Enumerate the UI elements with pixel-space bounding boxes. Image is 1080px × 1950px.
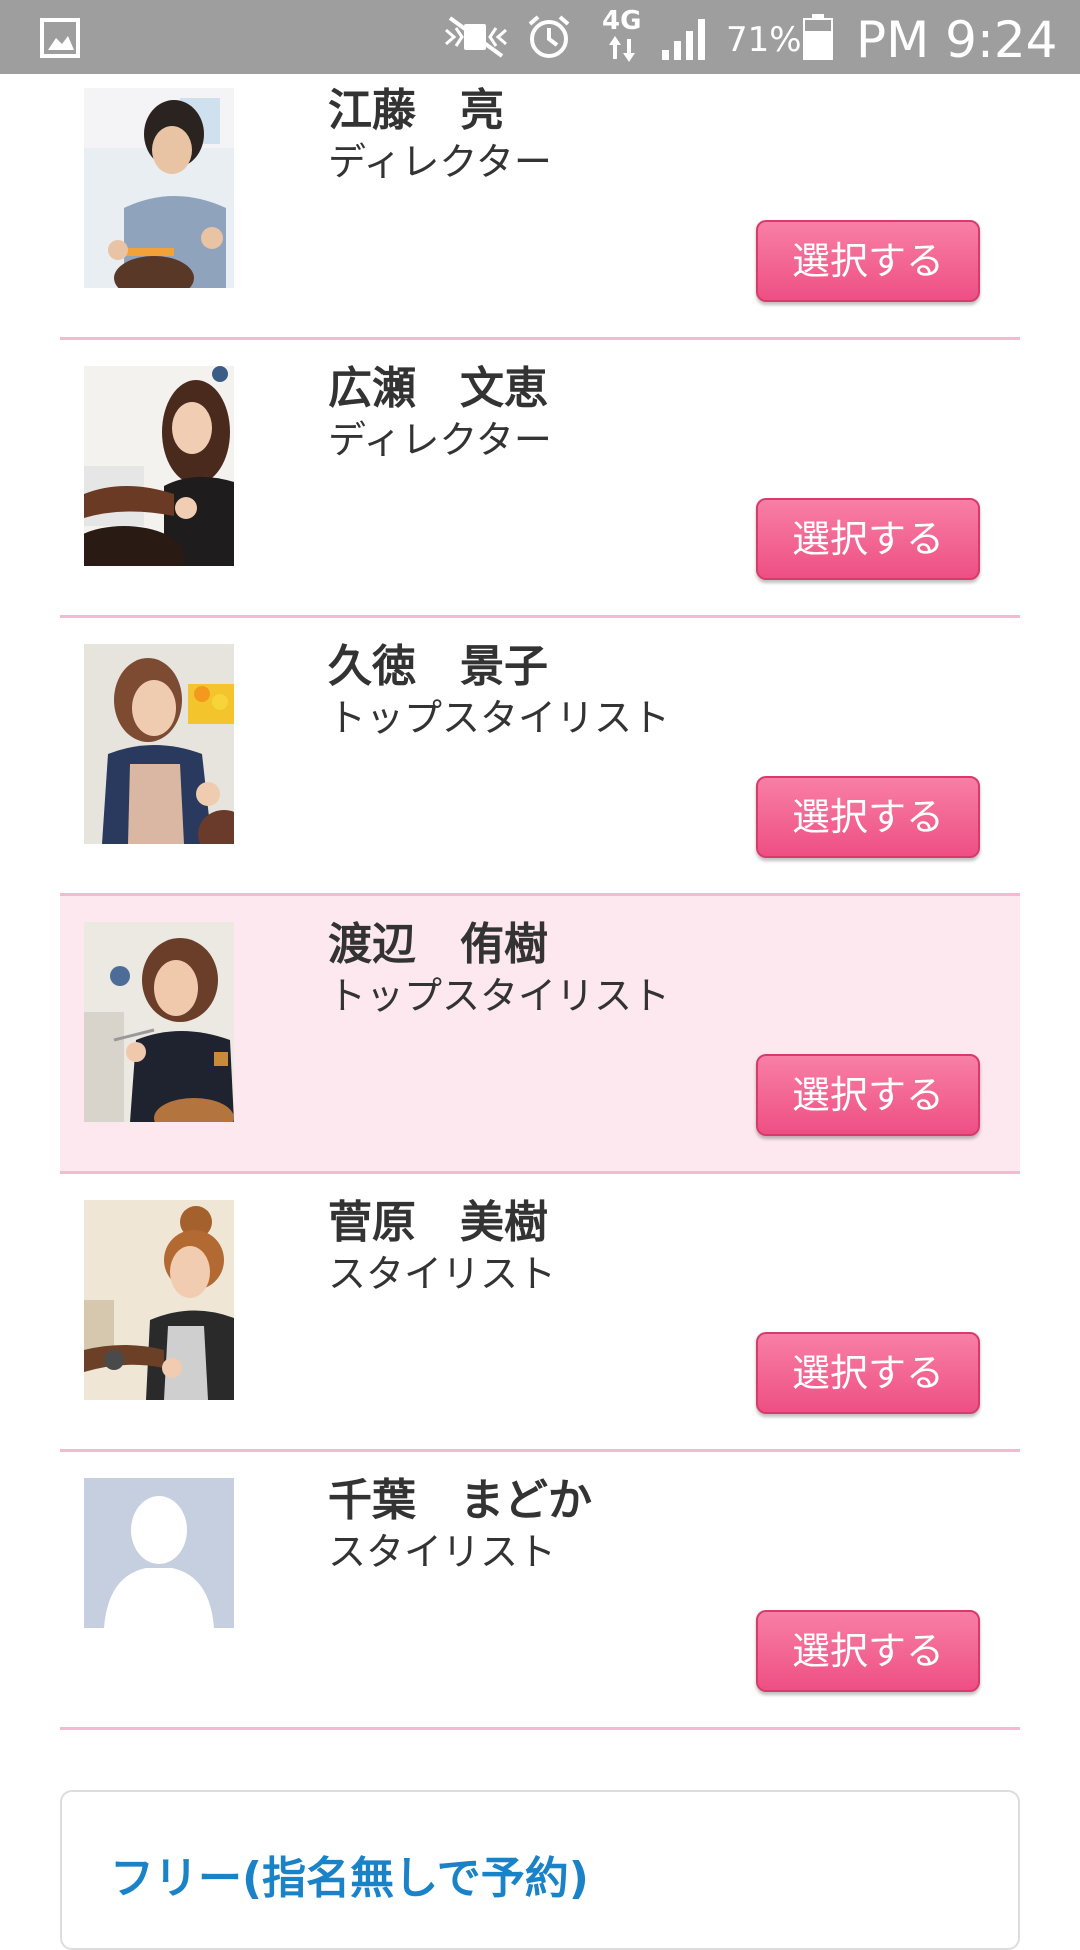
stylist-role: ディレクター [328,418,552,462]
free-reservation-card[interactable]: フリー(指名無しで予約) [60,1790,1020,1950]
stylist-role: ディレクター [328,140,552,184]
stylist-photo [84,644,234,844]
stylist-name: 江藤 亮 [328,85,504,136]
staff-list: 江藤 亮 ディレクター 選択する 広瀬 文恵 ディレクター 選択する 久徳 景子… [60,62,1020,1730]
stylist-name: 広瀬 文恵 [328,363,548,414]
select-button[interactable]: 選択する [756,1332,980,1414]
stylist-photo [84,88,234,288]
stylist-role: トップスタイリスト [328,974,671,1018]
select-button[interactable]: 選択する [756,776,980,858]
battery-icon [803,14,833,60]
gallery-icon [40,18,80,58]
stylist-photo [84,366,234,566]
signal-icon [662,19,705,60]
select-button[interactable]: 選択する [756,1054,980,1136]
stylist-name: 渡辺 侑樹 [328,919,548,970]
stylist-role: スタイリスト [328,1252,557,1296]
staff-row: 広瀬 文恵 ディレクター 選択する [60,340,1020,618]
free-reservation-link[interactable]: フリー(指名無しで予約) [110,1842,589,1906]
alarm-icon [528,15,570,58]
stylist-role: トップスタイリスト [328,696,671,740]
stylist-photo [84,922,234,1122]
mute-icon [445,16,507,58]
select-button[interactable]: 選択する [756,498,980,580]
staff-row: 久徳 景子 トップスタイリスト 選択する [60,618,1020,896]
battery-percent: 71% [726,20,802,60]
staff-row: 千葉 まどか スタイリスト 選択する [60,1452,1020,1730]
staff-row: 江藤 亮 ディレクター 選択する [60,62,1020,340]
stylist-name: 久徳 景子 [328,641,548,692]
stylist-photo [84,1200,234,1400]
clock: PM 9:24 [856,11,1058,69]
staff-row: 菅原 美樹 スタイリスト 選択する [60,1174,1020,1452]
network-type: 4G [602,6,642,36]
stylist-name: 菅原 美樹 [328,1197,548,1248]
staff-row-selected: 渡辺 侑樹 トップスタイリスト 選択する [60,896,1020,1174]
select-button[interactable]: 選択する [756,220,980,302]
stylist-role: スタイリスト [328,1530,557,1574]
data-arrows-icon [609,36,635,62]
select-button[interactable]: 選択する [756,1610,980,1692]
default-avatar-icon [84,1478,234,1678]
stylist-name: 千葉 まどか [328,1475,592,1526]
